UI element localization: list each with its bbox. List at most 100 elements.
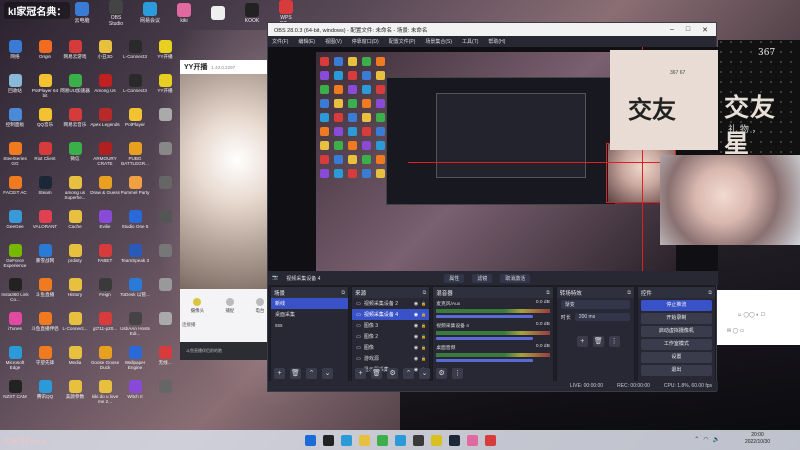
transition-menu-button[interactable]: ⋮: [608, 336, 620, 347]
lock-icon[interactable]: 🔒: [421, 301, 426, 306]
remove-source-button[interactable]: 🗑: [371, 368, 383, 379]
clock[interactable]: 20:00 2022/10/30: [745, 432, 770, 445]
desktop-icon[interactable]: YY开播: [150, 72, 180, 106]
deactivate-button[interactable]: 取消激活: [500, 273, 531, 283]
source-item[interactable]: ▭ 视频采集设备 4 ◉ 🔒: [352, 309, 430, 320]
desktop-icon[interactable]: PotPlayer 64 bit: [30, 72, 60, 106]
eye-icon[interactable]: ◉: [414, 356, 418, 362]
dock-close-icon[interactable]: ⧉: [708, 290, 715, 296]
desktop-icon[interactable]: [150, 140, 180, 174]
move-up-button[interactable]: ⌃: [403, 368, 415, 379]
desktop-icon[interactable]: [150, 208, 180, 242]
desktop-icon[interactable]: VALORANT: [30, 208, 60, 242]
top-app-2[interactable]: 网易会议: [138, 2, 162, 24]
desktop-icon[interactable]: among us Superhe...: [60, 174, 90, 208]
desktop-icon[interactable]: UsbAAn Hosts Edi...: [120, 310, 150, 344]
desktop-icon[interactable]: 小丑3D: [90, 38, 120, 72]
desktop-icon[interactable]: GeForce Experience: [0, 242, 30, 276]
eye-icon[interactable]: ◉: [414, 301, 418, 307]
desktop-icon[interactable]: 网易云游戏: [60, 38, 90, 72]
control-button[interactable]: 设置: [640, 352, 712, 363]
eye-icon[interactable]: ◉: [414, 334, 418, 340]
yy-control-camera[interactable]: 摄像头: [191, 298, 204, 314]
scene-item[interactable]: 新线: [271, 298, 349, 309]
scene-item[interactable]: sss: [271, 320, 348, 331]
desktop-icon[interactable]: NZXT CAM: [0, 378, 30, 412]
desktop-icon[interactable]: Draw & Guess: [90, 174, 120, 208]
menu-item[interactable]: 工具(T): [462, 38, 478, 45]
yy-control-radio[interactable]: 电台: [255, 298, 264, 314]
source-settings-button[interactable]: ⚙: [387, 368, 399, 379]
desktop-icon[interactable]: Media: [60, 344, 90, 378]
taskbar-app-icon[interactable]: [466, 434, 478, 446]
desktop-icon[interactable]: ARMOURY CRATE: [90, 140, 120, 174]
menu-item[interactable]: 视图(V): [325, 38, 342, 45]
properties-button[interactable]: 属性: [444, 273, 465, 283]
desktop-icon[interactable]: Apex Legends: [90, 106, 120, 140]
desktop-icon[interactable]: [150, 106, 180, 140]
add-transition-button[interactable]: +: [576, 336, 588, 347]
move-up-button[interactable]: ⌃: [306, 368, 317, 379]
maximize-button[interactable]: □: [686, 26, 690, 34]
obs-title-bar[interactable]: OBS 28.0.3 (64-bit, windows) - 配置文件: 未命名…: [268, 23, 716, 36]
source-item[interactable]: ▭ 图像 3 ◉ 🔒: [352, 320, 429, 331]
move-down-button[interactable]: ⌄: [322, 368, 333, 379]
desktop-icon[interactable]: prdisty: [60, 242, 90, 276]
volume-slider[interactable]: [436, 359, 533, 362]
source-item[interactable]: ▭ 图像 ◉ 🔒: [352, 342, 429, 353]
menu-item[interactable]: 文件(F): [272, 38, 288, 45]
desktop-icon[interactable]: Origin: [30, 38, 60, 72]
desktop-icon[interactable]: L-Connect3: [120, 72, 150, 106]
control-button[interactable]: 停止推流: [640, 300, 712, 311]
remove-scene-button[interactable]: 🗑: [290, 368, 301, 379]
desktop-icon[interactable]: PotPlayer: [120, 106, 150, 140]
taskbar-app-icon[interactable]: [394, 434, 406, 446]
lock-icon[interactable]: 🔒: [421, 312, 426, 317]
taskbar-app-icon[interactable]: [358, 434, 370, 446]
volume-slider[interactable]: [436, 337, 533, 340]
desktop-icon[interactable]: 守望先锋: [30, 344, 60, 378]
eye-icon[interactable]: ◉: [414, 345, 418, 351]
filters-button[interactable]: 滤镜: [472, 273, 493, 283]
menu-item[interactable]: 场景集合(S): [425, 38, 452, 45]
desktop-icon[interactable]: QQ音乐: [30, 106, 60, 140]
desktop-icon[interactable]: SteelSeries GG: [0, 140, 30, 174]
taskbar-app-icon[interactable]: [484, 434, 496, 446]
taskbar-app-icon[interactable]: [430, 434, 442, 446]
desktop-icon[interactable]: 网易云音乐: [60, 106, 90, 140]
close-button[interactable]: ✕: [702, 26, 708, 34]
desktop-icon[interactable]: Pummel Party: [120, 174, 150, 208]
desktop-icon[interactable]: Feign: [90, 276, 120, 310]
chat-panel[interactable]: ☺ ◯◯ ◐ ☐ ✉ ◯ ▭: [717, 290, 800, 345]
desktop-icon[interactable]: 回收站: [0, 72, 30, 106]
top-app-0[interactable]: 云电脑: [70, 2, 94, 24]
desktop-icon[interactable]: Insta360 Link Co...: [0, 276, 30, 310]
source-item[interactable]: ▭ 视频采集设备 2 ◉ 🔒: [352, 298, 429, 309]
desktop-icon[interactable]: Studio One 5: [120, 208, 150, 242]
desktop-icon[interactable]: L-Connect3: [120, 38, 150, 72]
desktop-icon[interactable]: Witch It: [120, 378, 150, 412]
yy-window[interactable]: YY开播 1.43.0.2297 摄像头 捕捉 电台 连接播 斗鱼直播伴侣前的跑: [180, 60, 275, 360]
taskbar-app-icon[interactable]: [340, 434, 352, 446]
transition-select[interactable]: 渐变: [560, 300, 630, 309]
desktop-icon[interactable]: Among Us: [90, 72, 120, 106]
mixer-settings-button[interactable]: ⚙: [436, 368, 448, 379]
mixer-menu-button[interactable]: ⋮: [452, 368, 464, 379]
taskbar-app-icon[interactable]: [304, 434, 316, 446]
taskbar-app-icon[interactable]: [412, 434, 424, 446]
dock-close-icon[interactable]: ⧉: [342, 290, 349, 296]
wifi-icon[interactable]: ◠: [703, 436, 708, 443]
eye-icon[interactable]: ◉: [414, 323, 418, 329]
desktop-icon[interactable]: Cache: [60, 208, 90, 242]
desktop-icon[interactable]: 微信: [60, 140, 90, 174]
desktop-icon[interactable]: Steam: [30, 174, 60, 208]
lock-icon[interactable]: 🔒: [421, 334, 426, 339]
desktop-icon[interactable]: Evilie: [90, 208, 120, 242]
top-app-3[interactable]: kiki: [172, 2, 196, 24]
desktop-icon[interactable]: 腾讯QQ: [30, 378, 60, 412]
scene-item[interactable]: 桌面采集: [271, 309, 348, 320]
desktop-icon[interactable]: YY开播: [150, 38, 180, 72]
desktop-icon[interactable]: FABET: [90, 242, 120, 276]
desktop-icon[interactable]: 控制面板: [0, 106, 30, 140]
desktop-icon[interactable]: FACEIT AC: [0, 174, 30, 208]
